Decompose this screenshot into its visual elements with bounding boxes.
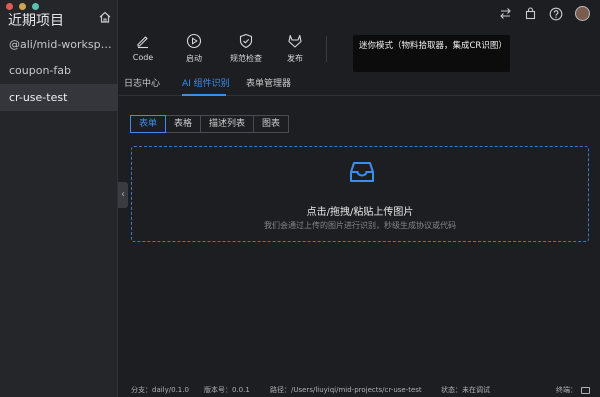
mini-mode-tooltip: 迷你模式（物料拾取器，集成CR识图） [353,35,510,72]
segment-description-list[interactable]: 描述列表 [200,115,255,133]
gitlab-icon [288,34,302,48]
window-controls [6,3,39,10]
tab-log-center[interactable]: 日志中心 [124,76,160,89]
publish-button[interactable]: 发布 [274,33,316,64]
publish-button-label: 发布 [287,54,303,63]
status-path: 路径：/Users/liuyiqi/mid-projects/cr-use-te… [270,386,422,394]
project-item[interactable]: coupon-fab [0,58,118,83]
status-branch: 分支：daily/0.1.0 [131,386,189,394]
toolbar-divider [326,36,327,62]
segment-chart[interactable]: 图表 [253,115,290,133]
minimize-window-button[interactable] [19,3,26,10]
sidebar-title: 近期项目 [8,13,64,29]
status-version: 版本号：0.0.1 [204,386,250,394]
swap-icon[interactable] [499,7,512,20]
upload-subtitle: 我们会通过上传的图片进行识别，秒级生成协议或代码 [264,221,456,230]
project-list: @ali/mid-workspace-... coupon-fab cr-use… [0,32,118,112]
avatar[interactable] [575,6,590,21]
inbox-icon [350,162,374,182]
help-icon[interactable] [549,7,563,21]
project-item-active[interactable]: cr-use-test [0,84,118,111]
terminal-icon [581,386,590,394]
status-state: 状态：未在调试 [441,386,490,394]
tab-form-manager[interactable]: 表单管理器 [246,76,291,89]
shield-check-icon [239,33,253,49]
zoom-window-button[interactable] [32,3,39,10]
segment-form[interactable]: 表单 [130,115,167,133]
code-button-label: Code [132,53,154,62]
upload-title: 点击/拖拽/粘贴上传图片 [306,207,414,218]
play-icon [186,33,202,49]
home-icon[interactable] [98,10,112,24]
chevron-left-icon: ‹ [121,189,125,200]
main-tabs: 日志中心 AI 组件识别 表单管理器 [119,70,600,96]
edit-icon [137,36,148,49]
active-tab-indicator [182,94,226,96]
collapse-sidebar-button[interactable]: ‹ [118,182,128,208]
close-window-button[interactable] [6,3,13,10]
segment-table[interactable]: 表格 [165,115,202,133]
lint-check-button-label: 规范检查 [230,54,262,63]
code-button[interactable]: Code [122,33,164,62]
start-button[interactable]: 启动 [173,33,215,64]
image-upload-dropzone[interactable]: 点击/拖拽/粘贴上传图片 我们会通过上传的图片进行识别，秒级生成协议或代码 [131,146,589,242]
terminal-toggle[interactable]: 终端： [556,385,590,395]
lint-check-button[interactable]: 规范检查 [224,33,268,64]
sidebar: 近期项目 @ali/mid-workspace-... coupon-fab c… [0,0,118,397]
statusbar: 分支：daily/0.1.0 版本号：0.0.1 路径：/Users/liuyi… [119,382,600,397]
recognition-type-selector: 表单 表格 描述列表 图表 [130,115,290,133]
start-button-label: 启动 [186,54,202,63]
bag-icon[interactable] [524,7,537,20]
tab-ai-component-recognition[interactable]: AI 组件识别 [182,76,230,89]
project-item[interactable]: @ali/mid-workspace-... [0,32,118,57]
topbar [119,0,600,27]
terminal-label: 终端： [556,386,577,394]
